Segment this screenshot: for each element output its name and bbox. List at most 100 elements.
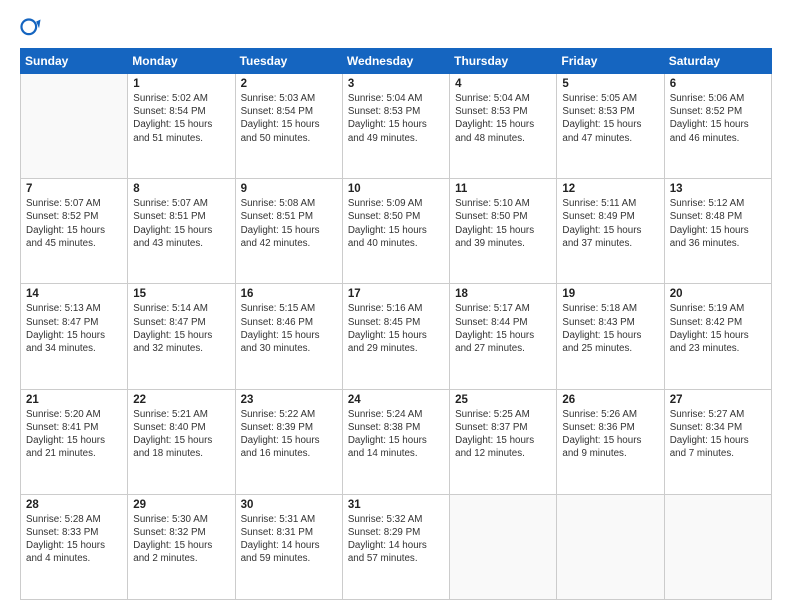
day-info: Sunrise: 5:11 AM Sunset: 8:49 PM Dayligh… xyxy=(562,197,658,250)
header xyxy=(20,18,772,40)
day-cell: 6 Sunrise: 5:06 AM Sunset: 8:52 PM Daylig… xyxy=(664,74,771,179)
day-number: 20 xyxy=(670,288,766,300)
day-number: 29 xyxy=(133,499,229,511)
day-number: 5 xyxy=(562,78,658,90)
weekday-monday: Monday xyxy=(128,49,235,74)
day-cell xyxy=(450,494,557,599)
day-number: 12 xyxy=(562,183,658,195)
day-cell: 3 Sunrise: 5:04 AM Sunset: 8:53 PM Daylig… xyxy=(342,74,449,179)
day-info: Sunrise: 5:17 AM Sunset: 8:44 PM Dayligh… xyxy=(455,302,551,355)
day-info: Sunrise: 5:08 AM Sunset: 8:51 PM Dayligh… xyxy=(241,197,337,250)
day-info: Sunrise: 5:02 AM Sunset: 8:54 PM Dayligh… xyxy=(133,92,229,145)
day-info: Sunrise: 5:25 AM Sunset: 8:37 PM Dayligh… xyxy=(455,408,551,461)
day-cell: 5Sunrise: 5:05 AM Sunset: 8:53 PM Daylig… xyxy=(557,74,664,179)
week-row-1: 1 Sunrise: 5:02 AM Sunset: 8:54 PM Daylig… xyxy=(21,74,772,179)
day-info: Sunrise: 5:03 AM Sunset: 8:54 PM Dayligh… xyxy=(241,92,337,145)
day-info: Sunrise: 5:30 AM Sunset: 8:32 PM Dayligh… xyxy=(133,513,229,566)
day-info: Sunrise: 5:22 AM Sunset: 8:39 PM Dayligh… xyxy=(241,408,337,461)
day-cell: 15Sunrise: 5:14 AM Sunset: 8:47 PM Dayli… xyxy=(128,284,235,389)
day-info: Sunrise: 5:16 AM Sunset: 8:45 PM Dayligh… xyxy=(348,302,444,355)
day-number: 23 xyxy=(241,394,337,406)
day-info: Sunrise: 5:19 AM Sunset: 8:42 PM Dayligh… xyxy=(670,302,766,355)
day-cell: 1 Sunrise: 5:02 AM Sunset: 8:54 PM Daylig… xyxy=(128,74,235,179)
day-info: Sunrise: 5:18 AM Sunset: 8:43 PM Dayligh… xyxy=(562,302,658,355)
day-number: 13 xyxy=(670,183,766,195)
day-number: 18 xyxy=(455,288,551,300)
weekday-saturday: Saturday xyxy=(664,49,771,74)
day-number: 25 xyxy=(455,394,551,406)
day-cell: 24 Sunrise: 5:24 AM Sunset: 8:38 PM Dayli… xyxy=(342,389,449,494)
day-cell: 14 Sunrise: 5:13 AM Sunset: 8:47 PM Dayli… xyxy=(21,284,128,389)
day-cell: 7 Sunrise: 5:07 AM Sunset: 8:52 PM Daylig… xyxy=(21,179,128,284)
day-number: 6 xyxy=(670,78,766,90)
page: SundayMondayTuesdayWednesdayThursdayFrid… xyxy=(0,0,792,612)
day-info: Sunrise: 5:13 AM Sunset: 8:47 PM Dayligh… xyxy=(26,302,122,355)
day-cell: 23 Sunrise: 5:22 AM Sunset: 8:39 PM Dayli… xyxy=(235,389,342,494)
day-info: Sunrise: 5:04 AM Sunset: 8:53 PM Dayligh… xyxy=(348,92,444,145)
day-cell: 25 Sunrise: 5:25 AM Sunset: 8:37 PM Dayli… xyxy=(450,389,557,494)
day-info: Sunrise: 5:07 AM Sunset: 8:52 PM Dayligh… xyxy=(26,197,122,250)
day-info: Sunrise: 5:12 AM Sunset: 8:48 PM Dayligh… xyxy=(670,197,766,250)
day-cell: 20 Sunrise: 5:19 AM Sunset: 8:42 PM Dayli… xyxy=(664,284,771,389)
week-row-5: 28Sunrise: 5:28 AM Sunset: 8:33 PM Dayli… xyxy=(21,494,772,599)
day-info: Sunrise: 5:24 AM Sunset: 8:38 PM Dayligh… xyxy=(348,408,444,461)
day-info: Sunrise: 5:09 AM Sunset: 8:50 PM Dayligh… xyxy=(348,197,444,250)
day-cell: 11 Sunrise: 5:10 AM Sunset: 8:50 PM Dayli… xyxy=(450,179,557,284)
day-cell: 26 Sunrise: 5:26 AM Sunset: 8:36 PM Dayli… xyxy=(557,389,664,494)
day-number: 1 xyxy=(133,78,229,90)
day-info: Sunrise: 5:28 AM Sunset: 8:33 PM Dayligh… xyxy=(26,513,122,566)
day-number: 2 xyxy=(241,78,337,90)
day-info: Sunrise: 5:32 AM Sunset: 8:29 PM Dayligh… xyxy=(348,513,444,566)
day-info: Sunrise: 5:21 AM Sunset: 8:40 PM Dayligh… xyxy=(133,408,229,461)
day-number: 9 xyxy=(241,183,337,195)
day-number: 14 xyxy=(26,288,122,300)
day-number: 27 xyxy=(670,394,766,406)
day-cell: 2 Sunrise: 5:03 AM Sunset: 8:54 PM Daylig… xyxy=(235,74,342,179)
day-number: 21 xyxy=(26,394,122,406)
day-number: 16 xyxy=(241,288,337,300)
day-info: Sunrise: 5:20 AM Sunset: 8:41 PM Dayligh… xyxy=(26,408,122,461)
day-info: Sunrise: 5:26 AM Sunset: 8:36 PM Dayligh… xyxy=(562,408,658,461)
day-number: 11 xyxy=(455,183,551,195)
day-number: 22 xyxy=(133,394,229,406)
day-info: Sunrise: 5:10 AM Sunset: 8:50 PM Dayligh… xyxy=(455,197,551,250)
day-cell xyxy=(21,74,128,179)
day-cell: 10Sunrise: 5:09 AM Sunset: 8:50 PM Dayli… xyxy=(342,179,449,284)
day-cell: 13 Sunrise: 5:12 AM Sunset: 8:48 PM Dayli… xyxy=(664,179,771,284)
day-cell: 9 Sunrise: 5:08 AM Sunset: 8:51 PM Daylig… xyxy=(235,179,342,284)
day-info: Sunrise: 5:07 AM Sunset: 8:51 PM Dayligh… xyxy=(133,197,229,250)
day-number: 30 xyxy=(241,499,337,511)
day-cell xyxy=(664,494,771,599)
logo xyxy=(20,18,44,40)
week-row-3: 14 Sunrise: 5:13 AM Sunset: 8:47 PM Dayli… xyxy=(21,284,772,389)
day-number: 19 xyxy=(562,288,658,300)
day-cell: 16Sunrise: 5:15 AM Sunset: 8:46 PM Dayli… xyxy=(235,284,342,389)
day-cell: 30 Sunrise: 5:31 AM Sunset: 8:31 PM Dayli… xyxy=(235,494,342,599)
day-cell: 28Sunrise: 5:28 AM Sunset: 8:33 PM Dayli… xyxy=(21,494,128,599)
day-cell: 22 Sunrise: 5:21 AM Sunset: 8:40 PM Dayli… xyxy=(128,389,235,494)
day-cell: 29 Sunrise: 5:30 AM Sunset: 8:32 PM Dayli… xyxy=(128,494,235,599)
day-number: 8 xyxy=(133,183,229,195)
weekday-thursday: Thursday xyxy=(450,49,557,74)
day-number: 17 xyxy=(348,288,444,300)
logo-icon xyxy=(20,18,42,40)
day-number: 7 xyxy=(26,183,122,195)
day-info: Sunrise: 5:14 AM Sunset: 8:47 PM Dayligh… xyxy=(133,302,229,355)
day-number: 24 xyxy=(348,394,444,406)
day-cell: 17 Sunrise: 5:16 AM Sunset: 8:45 PM Dayli… xyxy=(342,284,449,389)
day-cell: 31 Sunrise: 5:32 AM Sunset: 8:29 PM Dayli… xyxy=(342,494,449,599)
weekday-wednesday: Wednesday xyxy=(342,49,449,74)
day-cell: 19 Sunrise: 5:18 AM Sunset: 8:43 PM Dayli… xyxy=(557,284,664,389)
day-number: 3 xyxy=(348,78,444,90)
day-number: 31 xyxy=(348,499,444,511)
day-info: Sunrise: 5:27 AM Sunset: 8:34 PM Dayligh… xyxy=(670,408,766,461)
weekday-tuesday: Tuesday xyxy=(235,49,342,74)
weekday-friday: Friday xyxy=(557,49,664,74)
day-info: Sunrise: 5:04 AM Sunset: 8:53 PM Dayligh… xyxy=(455,92,551,145)
day-number: 26 xyxy=(562,394,658,406)
weekday-sunday: Sunday xyxy=(21,49,128,74)
day-info: Sunrise: 5:31 AM Sunset: 8:31 PM Dayligh… xyxy=(241,513,337,566)
calendar-table: SundayMondayTuesdayWednesdayThursdayFrid… xyxy=(20,48,772,600)
week-row-4: 21 Sunrise: 5:20 AM Sunset: 8:41 PM Dayli… xyxy=(21,389,772,494)
day-info: Sunrise: 5:06 AM Sunset: 8:52 PM Dayligh… xyxy=(670,92,766,145)
